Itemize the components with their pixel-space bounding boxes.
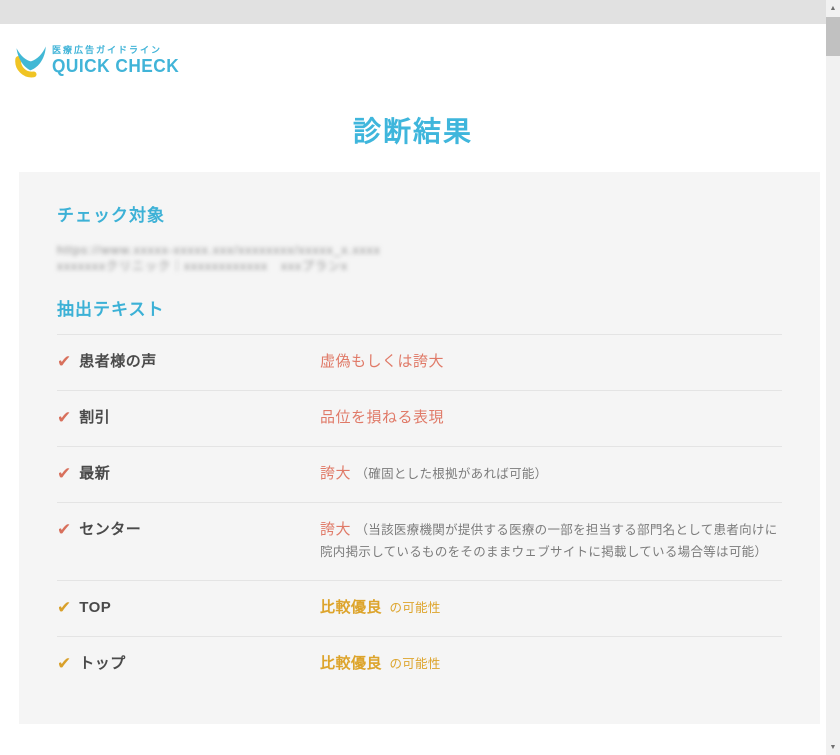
quick-check-logo-icon [12,42,48,78]
term-label: TOP [79,597,111,619]
verdict-text: 誇大 [320,465,351,482]
scroll-down-button[interactable]: ▼ [826,739,840,755]
row-verdict-cell: 比較優良 の可能性 [320,597,782,619]
table-row: ✔ TOP 比較優良 の可能性 [57,580,782,636]
verdict-text: 誇大 [320,521,351,538]
extracted-text-section-heading: 抽出テキスト [57,300,782,320]
page-viewport: 医療広告ガイドライン QUICK CHECK 診断結果 チェック対象 https… [0,0,840,755]
check-icon: ✔ [57,463,71,485]
extracted-terms-list: ✔ 患者様の声 虚偽もしくは誇大 ✔ 割引 品位を損ねる表現 [57,334,782,692]
row-term-cell: ✔ TOP [57,597,320,619]
table-row: ✔ センター 誇大 （当該医療機関が提供する医療の一部を担当する部門名として患者… [57,502,782,580]
table-row: ✔ トップ 比較優良 の可能性 [57,636,782,692]
verdict-note: （確固とした根拠があれば可能） [355,467,547,481]
page-content: 医療広告ガイドライン QUICK CHECK 診断結果 チェック対象 https… [0,24,826,755]
redacted-target-url: https://www.xxxxx-xxxxx.xxx/xxxxxxxx/xxx… [57,242,782,258]
logo-title: QUICK CHECK [52,57,179,75]
term-label: センター [79,519,141,541]
term-label: トップ [79,653,126,675]
target-section-heading: チェック対象 [57,206,782,226]
verdict-note: の可能性 [389,601,440,615]
table-row: ✔ 最新 誇大 （確固とした根拠があれば可能） [57,446,782,502]
table-row: ✔ 割引 品位を損ねる表現 [57,390,782,446]
verdict-text: 比較優良 [320,655,382,672]
logo-subtitle: 医療広告ガイドライン [52,46,185,55]
page-title: 診断結果 [0,118,826,146]
logo-text: 医療広告ガイドライン QUICK CHECK [52,46,185,75]
check-icon: ✔ [57,407,71,429]
check-icon: ✔ [57,351,71,373]
table-row: ✔ 患者様の声 虚偽もしくは誇大 [57,334,782,390]
check-icon: ✔ [57,597,71,619]
row-verdict-cell: 虚偽もしくは誇大 [320,351,782,373]
site-logo[interactable]: 医療広告ガイドライン QUICK CHECK [12,42,826,78]
browser-chrome-strip [0,0,826,24]
term-label: 最新 [79,463,110,485]
row-verdict-cell: 誇大 （当該医療機関が提供する医療の一部を担当する部門名として患者向けに院内掲示… [320,519,782,563]
verdict-note: （当該医療機関が提供する医療の一部を担当する部門名として患者向けに院内掲示してい… [320,523,778,559]
verdict-text: 品位を損ねる表現 [320,409,444,426]
row-term-cell: ✔ トップ [57,653,320,675]
result-card: チェック対象 https://www.xxxxx-xxxxx.xxx/xxxxx… [19,172,820,724]
term-label: 患者様の声 [79,351,157,373]
row-verdict-cell: 比較優良 の可能性 [320,653,782,675]
term-label: 割引 [79,407,110,429]
scroll-up-button[interactable]: ▲ [826,0,840,16]
check-target-redacted: https://www.xxxxx-xxxxx.xxx/xxxxxxxx/xxx… [57,242,782,274]
row-term-cell: ✔ 割引 [57,407,320,429]
row-term-cell: ✔ センター [57,519,320,541]
verdict-note: の可能性 [389,657,440,671]
scrollbar-thumb[interactable] [826,17,840,56]
check-icon: ✔ [57,653,71,675]
check-icon: ✔ [57,519,71,541]
verdict-text: 比較優良 [320,599,382,616]
row-verdict-cell: 品位を損ねる表現 [320,407,782,429]
row-term-cell: ✔ 患者様の声 [57,351,320,373]
row-term-cell: ✔ 最新 [57,463,320,485]
verdict-text: 虚偽もしくは誇大 [320,353,444,370]
vertical-scrollbar[interactable]: ▲ ▼ [826,0,840,755]
row-verdict-cell: 誇大 （確固とした根拠があれば可能） [320,463,782,485]
redacted-target-title: xxxxxxxクリニック｜xxxxxxxxxxxx xxxプランx [57,258,782,274]
